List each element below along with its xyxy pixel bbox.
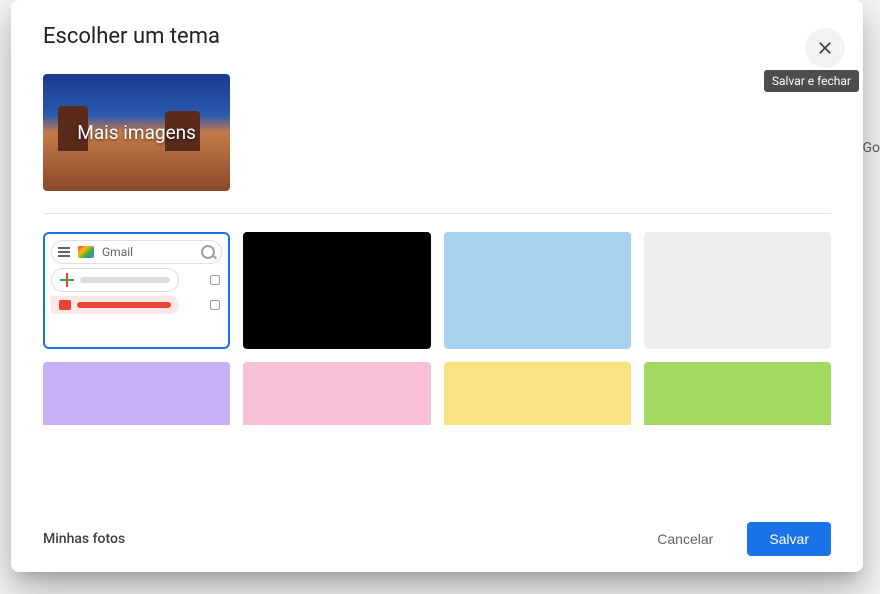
theme-scroll-area[interactable]: Mais imagens Gmail [11, 61, 863, 505]
gmail-icon [78, 246, 94, 258]
close-tooltip: Salvar e fechar [764, 70, 859, 92]
theme-tile-pink[interactable] [243, 362, 430, 425]
mini-compose [51, 268, 179, 292]
my-photos-link[interactable]: Minhas fotos [43, 531, 623, 547]
search-icon [201, 245, 215, 259]
theme-tile-default-selected[interactable]: Gmail [43, 232, 230, 349]
theme-tile-black[interactable] [243, 232, 430, 349]
theme-picker-modal: Escolher um tema Salvar e fechar Mais im… [11, 0, 863, 572]
checkbox-icon [210, 275, 220, 285]
theme-tile-lightblue[interactable] [444, 232, 631, 349]
section-divider [43, 213, 831, 214]
backdrop-hint: Go [862, 140, 880, 156]
hamburger-icon [58, 247, 70, 257]
theme-tile-yellow[interactable] [444, 362, 631, 425]
gmail-label: Gmail [102, 245, 193, 259]
theme-tile-green[interactable] [644, 362, 831, 425]
theme-tile-more-images[interactable]: Mais imagens [43, 74, 230, 191]
close-icon [815, 38, 835, 58]
modal-footer: Minhas fotos Cancelar Salvar [11, 505, 863, 572]
modal-header: Escolher um tema Salvar e fechar [11, 0, 863, 61]
theme-tile-lightgray[interactable] [644, 232, 831, 349]
checkbox-icon [210, 300, 220, 310]
mini-gmail-header: Gmail [51, 240, 222, 264]
modal-title: Escolher um tema [43, 24, 220, 49]
mini-inbox [51, 296, 179, 314]
cancel-button[interactable]: Cancelar [635, 522, 735, 556]
plus-icon [60, 273, 74, 287]
more-images-label: Mais imagens [43, 74, 230, 191]
theme-tile-lavender[interactable] [43, 362, 230, 425]
save-button[interactable]: Salvar [747, 522, 831, 556]
inbox-icon [59, 300, 71, 310]
